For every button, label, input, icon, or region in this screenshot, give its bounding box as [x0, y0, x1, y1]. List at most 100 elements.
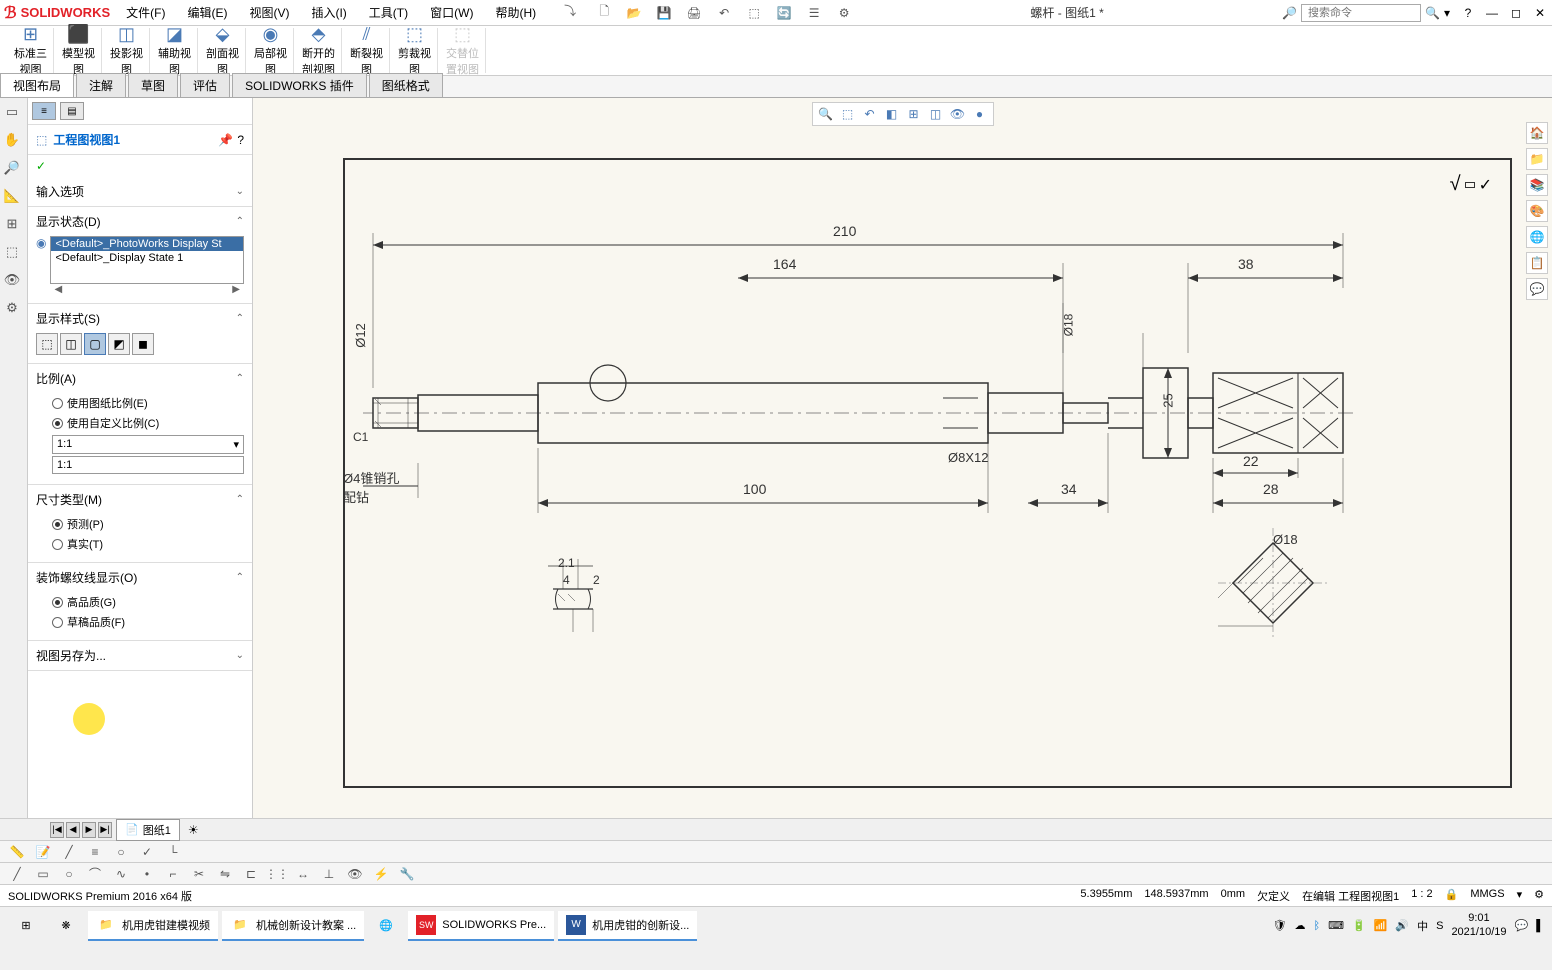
menu-file[interactable]: 文件(F) — [122, 2, 169, 23]
search-dropdown-icon[interactable]: ▾ — [1444, 6, 1450, 20]
section-input-header[interactable]: 输入选项 ⌄ — [36, 181, 244, 202]
tray-volume-icon[interactable]: 🔊 — [1395, 919, 1409, 932]
style-wireframe-icon[interactable]: ⬚ — [36, 333, 58, 355]
sheet-next-icon[interactable]: ▶ — [82, 822, 96, 838]
tool-zoom-icon[interactable]: 🔎 — [2, 158, 22, 178]
task-word[interactable]: W机用虎钳的创新设... — [558, 911, 697, 941]
tray-wifi-icon[interactable]: 📶 — [1374, 919, 1388, 932]
style-shaded-edges-icon[interactable]: ◩ — [108, 333, 130, 355]
view-palette-icon[interactable]: 🎨 — [1526, 200, 1548, 222]
status-units[interactable]: MMGS — [1470, 888, 1504, 904]
help-icon[interactable]: ? — [1460, 5, 1476, 21]
zoom-area-icon[interactable]: ⬚ — [839, 105, 857, 123]
sketch-circle-icon[interactable]: ○ — [60, 865, 78, 883]
prop-tab-feature-tree[interactable]: ≡ — [32, 102, 56, 120]
zoom-fit-icon[interactable]: 🔍 — [817, 105, 835, 123]
note-icon[interactable]: 📝 — [34, 843, 52, 861]
tab-view-layout[interactable]: 视图布局 — [0, 73, 74, 97]
menu-view[interactable]: 视图(V) — [245, 2, 293, 23]
open-icon[interactable]: 📂 — [626, 5, 642, 21]
tool-select-icon[interactable]: ▭ — [2, 102, 22, 122]
sketch-move-icon[interactable]: ↔ — [294, 865, 312, 883]
new-document-icon[interactable]: 🗋 — [596, 5, 612, 21]
line-style-icon[interactable]: ≡ — [86, 843, 104, 861]
radio-custom-scale[interactable]: 使用自定义比例(C) — [36, 413, 244, 433]
tray-ime-icon[interactable]: 中 — [1417, 918, 1428, 934]
maximize-icon[interactable]: ◻ — [1508, 5, 1524, 21]
style-hidden-removed-icon[interactable]: ▢ — [84, 333, 106, 355]
print-icon[interactable]: 🖨 — [686, 5, 702, 21]
menu-help[interactable]: 帮助(H) — [491, 2, 540, 23]
save-icon[interactable]: 💾 — [656, 5, 672, 21]
status-dropdown-icon[interactable]: ▾ — [1517, 888, 1523, 904]
custom-props-icon[interactable]: 📋 — [1526, 252, 1548, 274]
ribbon-break-view[interactable]: ⫽断裂视 图 — [344, 28, 390, 73]
radio-true[interactable]: 真实(T) — [36, 534, 244, 554]
ribbon-detail-view[interactable]: ◉局部视 图 — [248, 28, 294, 73]
tray-bluetooth-icon[interactable]: ᛒ — [1313, 920, 1320, 932]
minimize-icon[interactable]: — — [1484, 5, 1500, 21]
style-shaded-icon[interactable]: ◼ — [132, 333, 154, 355]
settings-icon[interactable]: ⚙ — [836, 5, 852, 21]
task-folder-1[interactable]: 📁机用虎钳建模视频 — [88, 911, 218, 941]
section-dim-type-header[interactable]: 尺寸类型(M) ⌃ — [36, 489, 244, 510]
ok-button[interactable]: ✓ — [28, 155, 252, 177]
menu-edit[interactable]: 编辑(E) — [183, 2, 231, 23]
sketch-point-icon[interactable]: • — [138, 865, 156, 883]
sheet-prev-icon[interactable]: ◀ — [66, 822, 80, 838]
section-display-state-header[interactable]: 显示状态(D) ⌃ — [36, 211, 244, 232]
sketch-relation-icon[interactable]: ⊥ — [320, 865, 338, 883]
sketch-fillet-icon[interactable]: ⌐ — [164, 865, 182, 883]
section-scale-header[interactable]: 比例(A) ⌃ — [36, 368, 244, 389]
tray-desktop-icon[interactable]: ▌ — [1536, 920, 1544, 932]
tool-pan-icon[interactable]: ✋ — [2, 130, 22, 150]
lock-icon[interactable]: 🔒 — [1445, 888, 1459, 904]
sheet-first-icon[interactable]: |◀ — [50, 822, 64, 838]
tab-addins[interactable]: SOLIDWORKS 插件 — [232, 73, 367, 97]
undo-icon[interactable]: ↶ — [716, 5, 732, 21]
tray-cloud-icon[interactable]: ☁ — [1294, 919, 1305, 932]
forum-icon[interactable]: 💬 — [1526, 278, 1548, 300]
tray-security-icon[interactable]: 🛡 — [1273, 919, 1287, 932]
view-orient-icon[interactable]: ⊞ — [905, 105, 923, 123]
style-hidden-visible-icon[interactable]: ◫ — [60, 333, 82, 355]
status-scale[interactable]: 1 : 2 — [1411, 888, 1432, 904]
tray-clock[interactable]: 9:01 2021/10/19 — [1451, 912, 1506, 938]
tray-notification-icon[interactable]: 💬 — [1515, 919, 1529, 932]
smart-dim-icon[interactable]: 📏 — [8, 843, 26, 861]
appearances-icon[interactable]: 🌐 — [1526, 226, 1548, 248]
pushpin-icon[interactable]: 📌 — [218, 133, 233, 147]
tool-display-icon[interactable]: ⬚ — [2, 242, 22, 262]
tool-filter-icon[interactable]: ⚙ — [2, 298, 22, 318]
sketch-arc-icon[interactable]: ⌒ — [86, 865, 104, 883]
sheet-last-icon[interactable]: ▶| — [98, 822, 112, 838]
menu-insert[interactable]: 插入(I) — [307, 2, 350, 23]
display-state-list[interactable]: <Default>_PhotoWorks Display St <Default… — [50, 236, 244, 284]
scale-combo[interactable]: 1:1 ▾ — [52, 435, 244, 454]
resources-icon[interactable]: 📁 — [1526, 148, 1548, 170]
sheet-tab[interactable]: 📄 图纸1 — [116, 819, 180, 841]
radio-draft-quality[interactable]: 草稿品质(F) — [36, 612, 244, 632]
section-save-view-header[interactable]: 视图另存为... ⌄ — [36, 645, 244, 666]
ribbon-broken-section[interactable]: ⬘断开的 剖视图 — [296, 28, 342, 73]
rebuild-icon[interactable]: 🔄 — [776, 5, 792, 21]
balloon-icon[interactable]: ○ — [112, 843, 130, 861]
display-style-icon[interactable]: ◫ — [927, 105, 945, 123]
datum-icon[interactable]: └ — [164, 843, 182, 861]
sketch-quick-icon[interactable]: ⚡ — [372, 865, 390, 883]
sketch-display-icon[interactable]: 👁 — [346, 865, 364, 883]
close-icon[interactable]: ✕ — [1532, 5, 1548, 21]
tab-annotation[interactable]: 注解 — [76, 73, 126, 97]
ribbon-aux-view[interactable]: ◪辅助视 图 — [152, 28, 198, 73]
tool-hide-icon[interactable]: 👁 — [2, 270, 22, 290]
radio-high-quality[interactable]: 高品质(G) — [36, 592, 244, 612]
tab-evaluate[interactable]: 评估 — [180, 73, 230, 97]
search-input[interactable] — [1301, 4, 1421, 22]
section-thread-header[interactable]: 装饰螺纹线显示(O) ⌃ — [36, 567, 244, 588]
radio-sheet-scale[interactable]: 使用图纸比例(E) — [36, 393, 244, 413]
sketch-mirror-icon[interactable]: ⇋ — [216, 865, 234, 883]
sketch-offset-icon[interactable]: ⊏ — [242, 865, 260, 883]
start-button[interactable]: ⊞ — [8, 912, 44, 940]
tray-battery-icon[interactable]: 🔋 — [1352, 919, 1366, 932]
task-misc[interactable]: ❋ — [48, 912, 84, 940]
